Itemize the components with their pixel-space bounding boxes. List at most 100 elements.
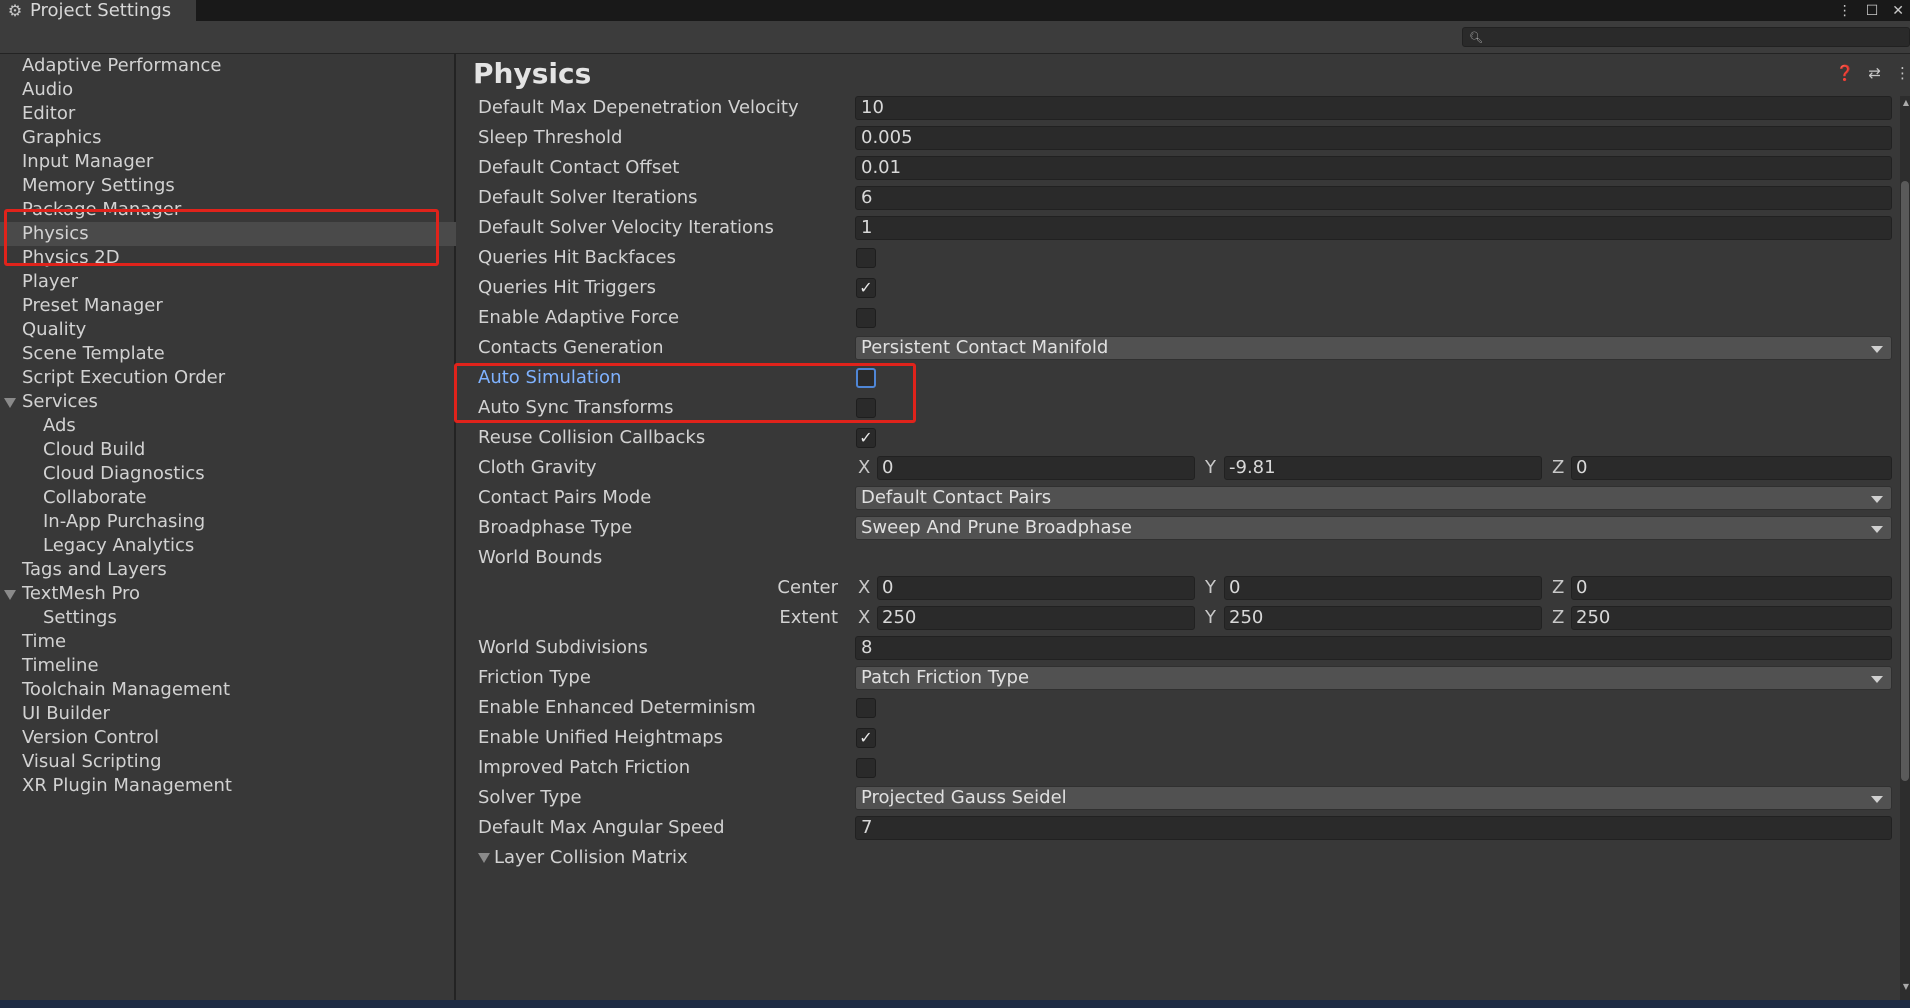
auto-simulation-checkbox[interactable]: [856, 368, 876, 388]
sidebar-item-label: XR Plugin Management: [22, 775, 232, 796]
cloth-gravity-x-input[interactable]: 0: [877, 456, 1195, 480]
sidebar-item-services[interactable]: Services: [0, 390, 456, 414]
solver-type-dropdown[interactable]: Projected Gauss Seidel: [855, 786, 1892, 810]
sidebar-item-adaptive-performance[interactable]: Adaptive Performance: [0, 54, 456, 78]
world-bounds-label: World Bounds: [478, 547, 603, 568]
axis-x-label: X: [858, 607, 871, 628]
sidebar-item-graphics[interactable]: Graphics: [0, 126, 456, 150]
maximize-icon[interactable]: ☐: [1866, 3, 1879, 19]
contacts-generation-label: Contacts Generation: [478, 337, 664, 358]
contact-pairs-mode-dropdown[interactable]: Default Contact Pairs: [855, 486, 1892, 510]
scroll-down-arrow-icon[interactable]: ▼: [1903, 982, 1909, 991]
friction-type-label: Friction Type: [478, 667, 591, 688]
cloth-gravity-z-input[interactable]: 0: [1571, 456, 1892, 480]
sidebar-item-memory-settings[interactable]: Memory Settings: [0, 174, 456, 198]
reuse-collision-callbacks-label: Reuse Collision Callbacks: [478, 427, 706, 448]
queries-hit-triggers-checkbox[interactable]: ✓: [856, 278, 876, 298]
sidebar-item-version-control[interactable]: Version Control: [0, 726, 456, 750]
unified-heightmaps-checkbox[interactable]: ✓: [856, 728, 876, 748]
sidebar-item-package-manager[interactable]: Package Manager: [0, 198, 456, 222]
max-angular-speed-input[interactable]: 7: [855, 816, 1892, 840]
contacts-generation-dropdown[interactable]: Persistent Contact Manifold: [855, 336, 1892, 360]
sidebar-item-xr-plugin-management[interactable]: XR Plugin Management: [0, 774, 456, 798]
sidebar-item-cloud-diagnostics[interactable]: Cloud Diagnostics: [0, 462, 456, 486]
sidebar-item-label: Input Manager: [22, 151, 154, 172]
search-input[interactable]: [1462, 27, 1910, 47]
sidebar-item-textmesh-settings[interactable]: Settings: [0, 606, 456, 630]
sidebar-item-script-execution-order[interactable]: Script Execution Order: [0, 366, 456, 390]
contact-pairs-mode-label: Contact Pairs Mode: [478, 487, 652, 508]
vertical-scrollbar[interactable]: [1900, 96, 1910, 1000]
sidebar-item-audio[interactable]: Audio: [0, 78, 456, 102]
solver-iterations-input[interactable]: 6: [855, 186, 1892, 210]
center-x-input[interactable]: 0: [877, 576, 1195, 600]
extent-y-input[interactable]: 250: [1224, 606, 1542, 630]
center-y-input[interactable]: 0: [1224, 576, 1542, 600]
reuse-collision-callbacks-checkbox[interactable]: ✓: [856, 428, 876, 448]
sidebar-item-legacy-analytics[interactable]: Legacy Analytics: [0, 534, 456, 558]
center-z-input[interactable]: 0: [1571, 576, 1892, 600]
layer-collision-matrix-foldout[interactable]: Layer Collision Matrix: [478, 846, 688, 870]
world-subdivisions-input[interactable]: 8: [855, 636, 1892, 660]
sleep-threshold-label: Sleep Threshold: [478, 127, 623, 148]
foldout-arrow-icon[interactable]: [4, 590, 16, 600]
search-strip: 🔍︎: [0, 21, 1910, 54]
friction-type-dropdown[interactable]: Patch Friction Type: [855, 666, 1892, 690]
kebab-menu-icon[interactable]: ⋮: [1838, 3, 1852, 19]
enable-adaptive-force-label: Enable Adaptive Force: [478, 307, 680, 328]
kebab-menu-icon[interactable]: ⋮: [1895, 64, 1910, 82]
sidebar-item-timeline[interactable]: Timeline: [0, 654, 456, 678]
scrollbar-thumb[interactable]: [1901, 181, 1909, 781]
solver-velocity-iterations-input[interactable]: 1: [855, 216, 1892, 240]
sidebar-item-input-manager[interactable]: Input Manager: [0, 150, 456, 174]
contact-offset-input[interactable]: 0.01: [855, 156, 1892, 180]
checkmark-icon: ✓: [859, 278, 873, 297]
sidebar-item-label: Visual Scripting: [22, 751, 162, 772]
enhanced-determinism-checkbox[interactable]: [856, 698, 876, 718]
sidebar-item-physics[interactable]: Physics: [0, 222, 456, 246]
preset-icon[interactable]: ⇄: [1868, 64, 1881, 82]
broadphase-type-dropdown[interactable]: Sweep And Prune Broadphase: [855, 516, 1892, 540]
help-icon[interactable]: ❓: [1836, 64, 1855, 82]
chevron-down-icon: [1871, 676, 1883, 683]
sidebar-item-label: Timeline: [22, 655, 99, 676]
queries-hit-backfaces-checkbox[interactable]: [856, 248, 876, 268]
improved-patch-friction-checkbox[interactable]: [856, 758, 876, 778]
sidebar-item-label: Memory Settings: [22, 175, 175, 196]
max-depenetration-label: Default Max Depenetration Velocity: [478, 97, 799, 118]
max-depenetration-input[interactable]: 10: [855, 96, 1892, 120]
foldout-arrow-icon[interactable]: [4, 398, 16, 408]
chevron-down-icon: [1871, 496, 1883, 503]
sidebar-item-label: Toolchain Management: [22, 679, 231, 700]
axis-z-label: Z: [1552, 457, 1565, 478]
sidebar-item-physics-2d[interactable]: Physics 2D: [0, 246, 456, 270]
sidebar-item-ui-builder[interactable]: UI Builder: [0, 702, 456, 726]
sidebar-item-editor[interactable]: Editor: [0, 102, 456, 126]
sidebar-item-visual-scripting[interactable]: Visual Scripting: [0, 750, 456, 774]
search-icon: 🔍︎: [1469, 31, 1483, 44]
checkmark-icon: ✓: [859, 728, 873, 747]
sidebar-item-in-app-purchasing[interactable]: In-App Purchasing: [0, 510, 456, 534]
enable-adaptive-force-checkbox[interactable]: [856, 308, 876, 328]
close-icon[interactable]: ✕: [1892, 3, 1904, 19]
window-tab[interactable]: ⚙ Project Settings: [0, 0, 196, 21]
sidebar-item-textmesh-pro[interactable]: TextMesh Pro: [0, 582, 456, 606]
sidebar-item-player[interactable]: Player: [0, 270, 456, 294]
auto-sync-transforms-checkbox[interactable]: [856, 398, 876, 418]
extent-z-input[interactable]: 250: [1571, 606, 1892, 630]
sidebar-item-label: Graphics: [22, 127, 102, 148]
sidebar-item-ads[interactable]: Ads: [0, 414, 456, 438]
scroll-up-arrow-icon[interactable]: ▲: [1903, 98, 1909, 107]
sleep-threshold-input[interactable]: 0.005: [855, 126, 1892, 150]
sidebar-item-tags-and-layers[interactable]: Tags and Layers: [0, 558, 456, 582]
sidebar-item-scene-template[interactable]: Scene Template: [0, 342, 456, 366]
sidebar-item-quality[interactable]: Quality: [0, 318, 456, 342]
extent-x-input[interactable]: 250: [877, 606, 1195, 630]
cloth-gravity-y-input[interactable]: -9.81: [1224, 456, 1542, 480]
sidebar-item-time[interactable]: Time: [0, 630, 456, 654]
sidebar-item-cloud-build[interactable]: Cloud Build: [0, 438, 456, 462]
sidebar-item-toolchain-management[interactable]: Toolchain Management: [0, 678, 456, 702]
sidebar-item-label: Time: [22, 631, 67, 652]
sidebar-item-preset-manager[interactable]: Preset Manager: [0, 294, 456, 318]
sidebar-item-collaborate[interactable]: Collaborate: [0, 486, 456, 510]
